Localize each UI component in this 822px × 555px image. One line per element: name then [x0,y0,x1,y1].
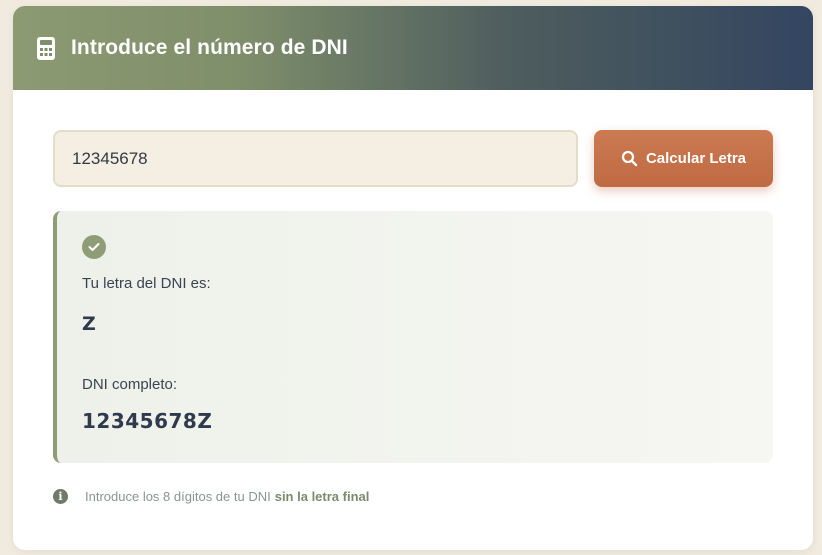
full-dni-value: 12345678Z [82,409,213,433]
hint-emphasis: sin la letra final [274,489,370,504]
calculator-icon [35,36,57,60]
card-header: Introduce el número de DNI [13,6,813,90]
result-panel: Tu letra del DNI es: Z DNI completo: 123… [53,211,773,463]
calculate-letter-button[interactable]: Calcular Letra [594,130,773,187]
page-title: Introduce el número de DNI [71,36,348,59]
dni-calculator-card: Introduce el número de DNI Calcular Letr… [13,6,813,550]
dni-input[interactable] [53,130,578,187]
info-icon: i [53,489,68,504]
check-icon [82,235,106,259]
letter-label: Tu letra del DNI es: [82,275,211,292]
letter-value: Z [82,313,96,335]
full-dni-label: DNI completo: [82,376,178,393]
search-icon [621,150,638,167]
hint-message: Introduce los 8 dígitos de tu DNI [85,489,271,504]
calculate-button-label: Calcular Letra [645,150,747,167]
input-row: Calcular Letra [53,130,773,187]
hint-text: i Introduce los 8 dígitos de tu DNI sin … [53,489,369,504]
